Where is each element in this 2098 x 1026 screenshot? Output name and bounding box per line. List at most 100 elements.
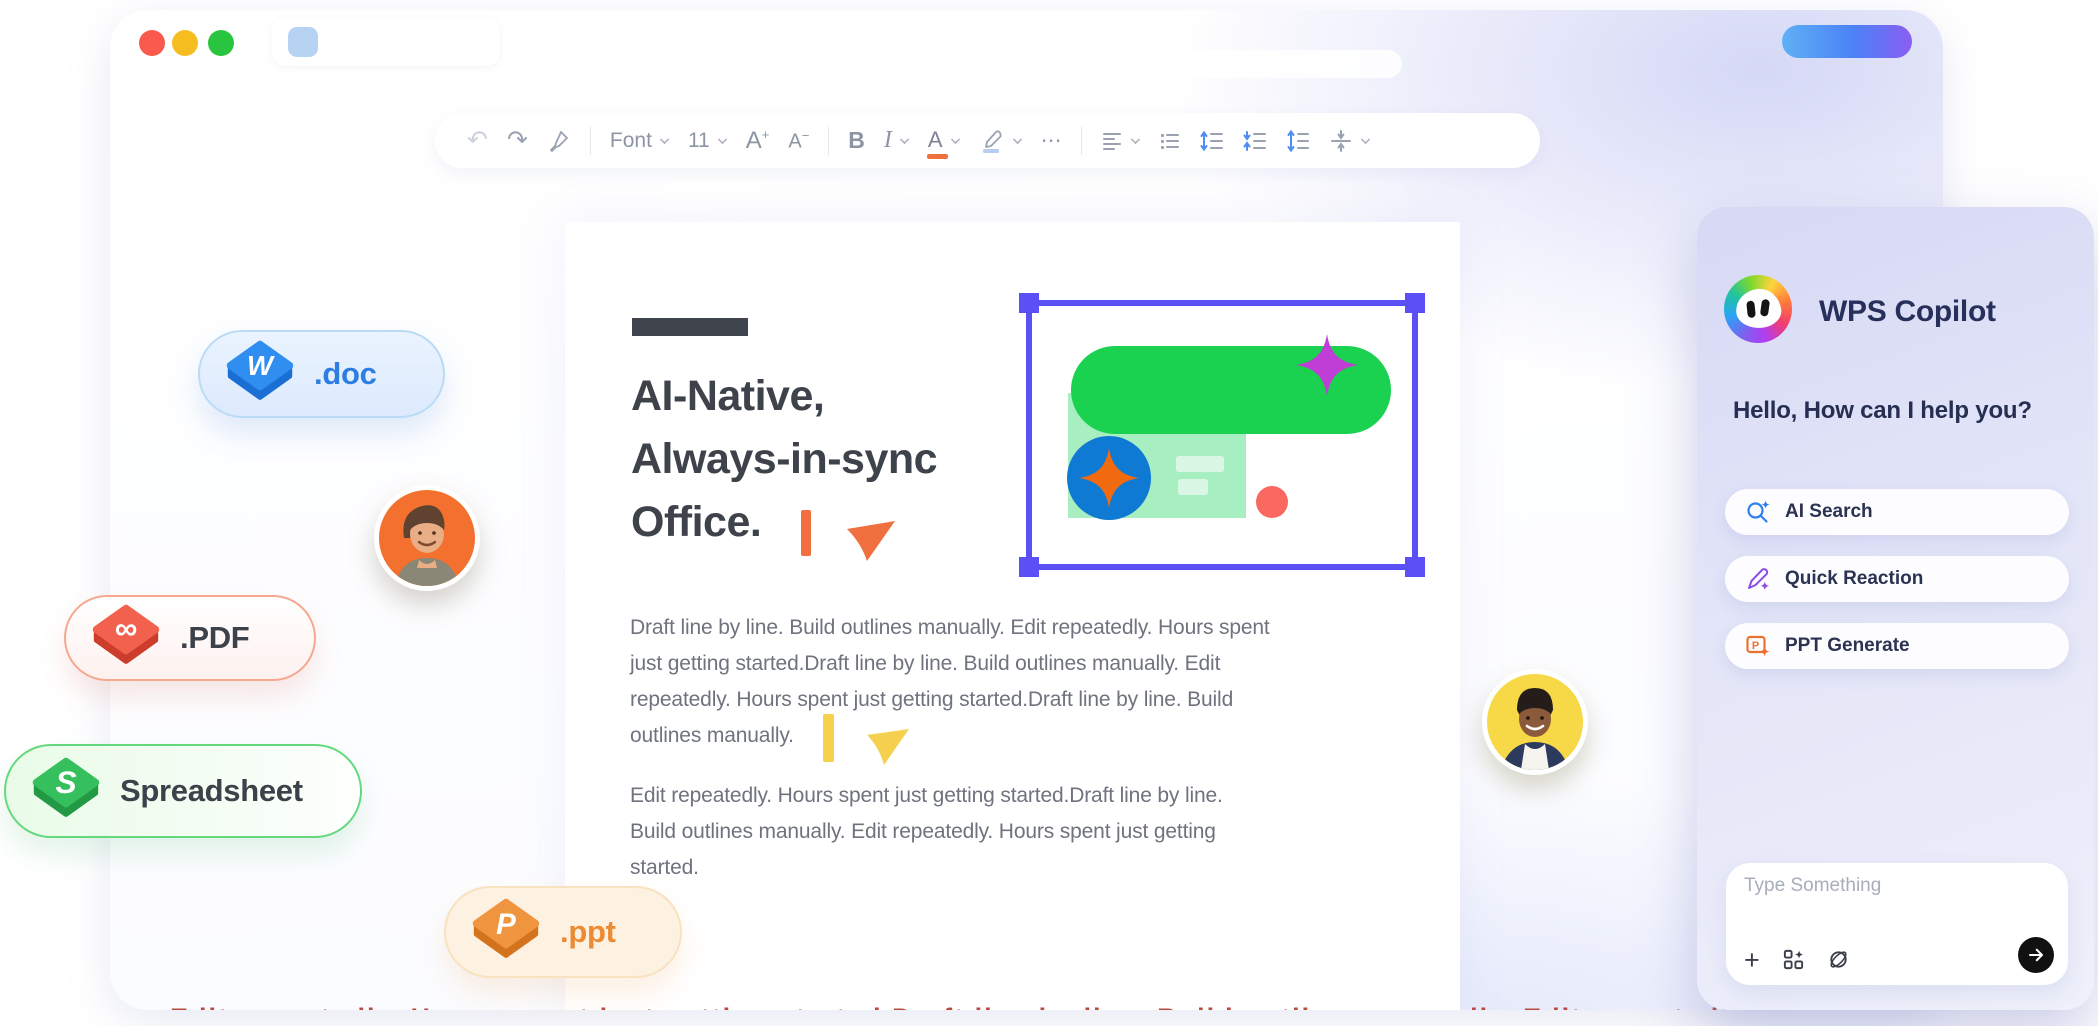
body-paragraph-2[interactable]: Edit repeatedly. Hours spent just gettin… [630,778,1223,886]
document-page[interactable]: AI-Native, Always-in-sync Office. [565,222,1460,1010]
document-tab[interactable] [272,18,500,66]
ppt-generate-button[interactable]: P PPT Generate [1725,623,2069,669]
presentation-icon: P [468,898,544,966]
copilot-title: WPS Copilot [1819,295,1996,329]
increase-font-button[interactable]: A+ [746,127,770,155]
vertical-align-icon [1329,129,1353,153]
selection-handle[interactable] [1405,557,1425,577]
orange-sparkle-icon [1079,448,1139,508]
badge-label: Spreadsheet [120,773,303,809]
collaborator-cursor-yellow [865,727,911,769]
send-button[interactable] [2018,937,2054,973]
magenta-sparkle-icon [1296,334,1358,396]
add-attachment-button[interactable]: + [1744,949,1760,971]
bold-button[interactable]: B [848,127,865,154]
title-bar-placeholder [650,50,1402,78]
bullet-list-icon [1159,130,1181,152]
selection-handle[interactable] [1019,293,1039,313]
close-window-button[interactable] [139,30,165,56]
copilot-input-field[interactable] [1744,875,2044,933]
heading-line: Always-in-sync [631,428,937,491]
svg-text:W: W [247,350,275,381]
badge-label: .doc [314,356,377,392]
secondary-bar-placeholder [660,180,1410,222]
font-color-button[interactable]: A [928,127,960,155]
collaborator-caret-orange [801,510,811,556]
collaborator-cursor-orange [845,519,897,565]
font-size-select[interactable]: 11 [688,129,727,153]
copilot-input-card: + [1726,863,2068,985]
bullet-list-button[interactable] [1159,130,1181,152]
heading-kicker-bar [632,318,748,336]
spreadsheet-icon: S [28,757,104,825]
chevron-down-icon [951,135,960,144]
badge-label: .PDF [180,620,249,656]
zoom-window-button[interactable] [208,30,234,56]
vertical-align-button[interactable] [1329,129,1370,153]
writer-doc-icon: W [222,340,298,408]
italic-button[interactable]: I [884,127,909,154]
apps-grid-button[interactable] [1782,948,1805,971]
document-tab-icon [288,27,318,57]
selection-handle[interactable] [1405,293,1425,313]
line-height-icon [1286,129,1310,153]
line-height-button[interactable] [1286,129,1310,153]
clipped-footer-text: Edit repeatedly. Hours spent just gettin… [170,1003,1930,1010]
svg-text:∞: ∞ [115,610,138,646]
highlighter-icon [979,128,1005,154]
line-spacing-icon [1200,129,1224,153]
toolbar-divider [1081,127,1082,155]
chevron-down-icon [1361,135,1370,144]
quick-reaction-button[interactable]: Quick Reaction [1725,556,2069,602]
orbit-media-button[interactable] [1827,948,1850,971]
heading-line: AI-Native, [631,365,937,428]
text-line-placeholder [1178,479,1208,495]
more-tools-button[interactable]: ⋯ [1041,128,1062,153]
paragraph-spacing-button[interactable] [1243,129,1267,153]
redo-icon: ↷ [507,128,528,153]
collaborator-avatar-yellow [1482,669,1588,775]
svg-text:P: P [496,908,516,941]
doc-file-badge[interactable]: W .doc [198,330,445,418]
body-paragraph-1[interactable]: Draft line by line. Build outlines manua… [630,610,1270,754]
selection-handle[interactable] [1019,557,1039,577]
copilot-greeting: Hello, How can I help you? [1733,397,2032,425]
line-spacing-button[interactable] [1200,129,1224,153]
selected-image-object[interactable] [1026,300,1418,570]
font-color-swatch [927,154,948,159]
text-line-placeholder [1176,456,1224,472]
ppt-file-badge[interactable]: P .ppt [444,886,682,978]
spreadsheet-file-badge[interactable]: S Spreadsheet [4,744,362,838]
action-label: PPT Generate [1785,635,1910,657]
font-family-select[interactable]: Font [610,129,669,153]
chevron-down-icon [1131,135,1140,144]
minimize-window-button[interactable] [172,30,198,56]
red-dot-shape [1256,486,1288,518]
collaborator-caret-yellow [823,714,834,762]
badge-label: .ppt [560,914,616,950]
pdf-file-badge[interactable]: ∞ .PDF [64,595,316,681]
collaborator-avatar-orange [374,485,480,591]
svg-text:P: P [1752,640,1759,652]
ai-search-icon [1745,499,1771,525]
redo-button[interactable]: ↷ [507,128,528,153]
account-pill-button[interactable] [1782,25,1912,58]
pdf-icon: ∞ [88,604,164,672]
send-icon [2027,946,2045,964]
align-left-icon [1101,130,1123,152]
paragraph-spacing-icon [1243,129,1267,153]
format-painter-icon [547,129,571,153]
ai-search-button[interactable]: AI Search [1725,489,2069,535]
wps-copilot-logo [1724,275,1792,343]
wps-copilot-panel: WPS Copilot Hello, How can I help you? A… [1697,207,2094,1010]
svg-text:S: S [55,764,76,800]
format-painter-button[interactable] [547,129,571,153]
toolbar-divider [590,127,591,155]
hero-screenshot: ↶ ↷ Font 11 A+ A− B I A ⋯ [0,0,2098,1026]
decrease-font-button[interactable]: A− [788,128,809,154]
highlight-button[interactable] [979,128,1022,154]
align-button[interactable] [1101,130,1140,152]
undo-button[interactable]: ↶ [467,128,488,153]
formatting-toolbar: ↶ ↷ Font 11 A+ A− B I A ⋯ [435,113,1540,168]
ppt-generate-icon: P [1745,633,1771,659]
